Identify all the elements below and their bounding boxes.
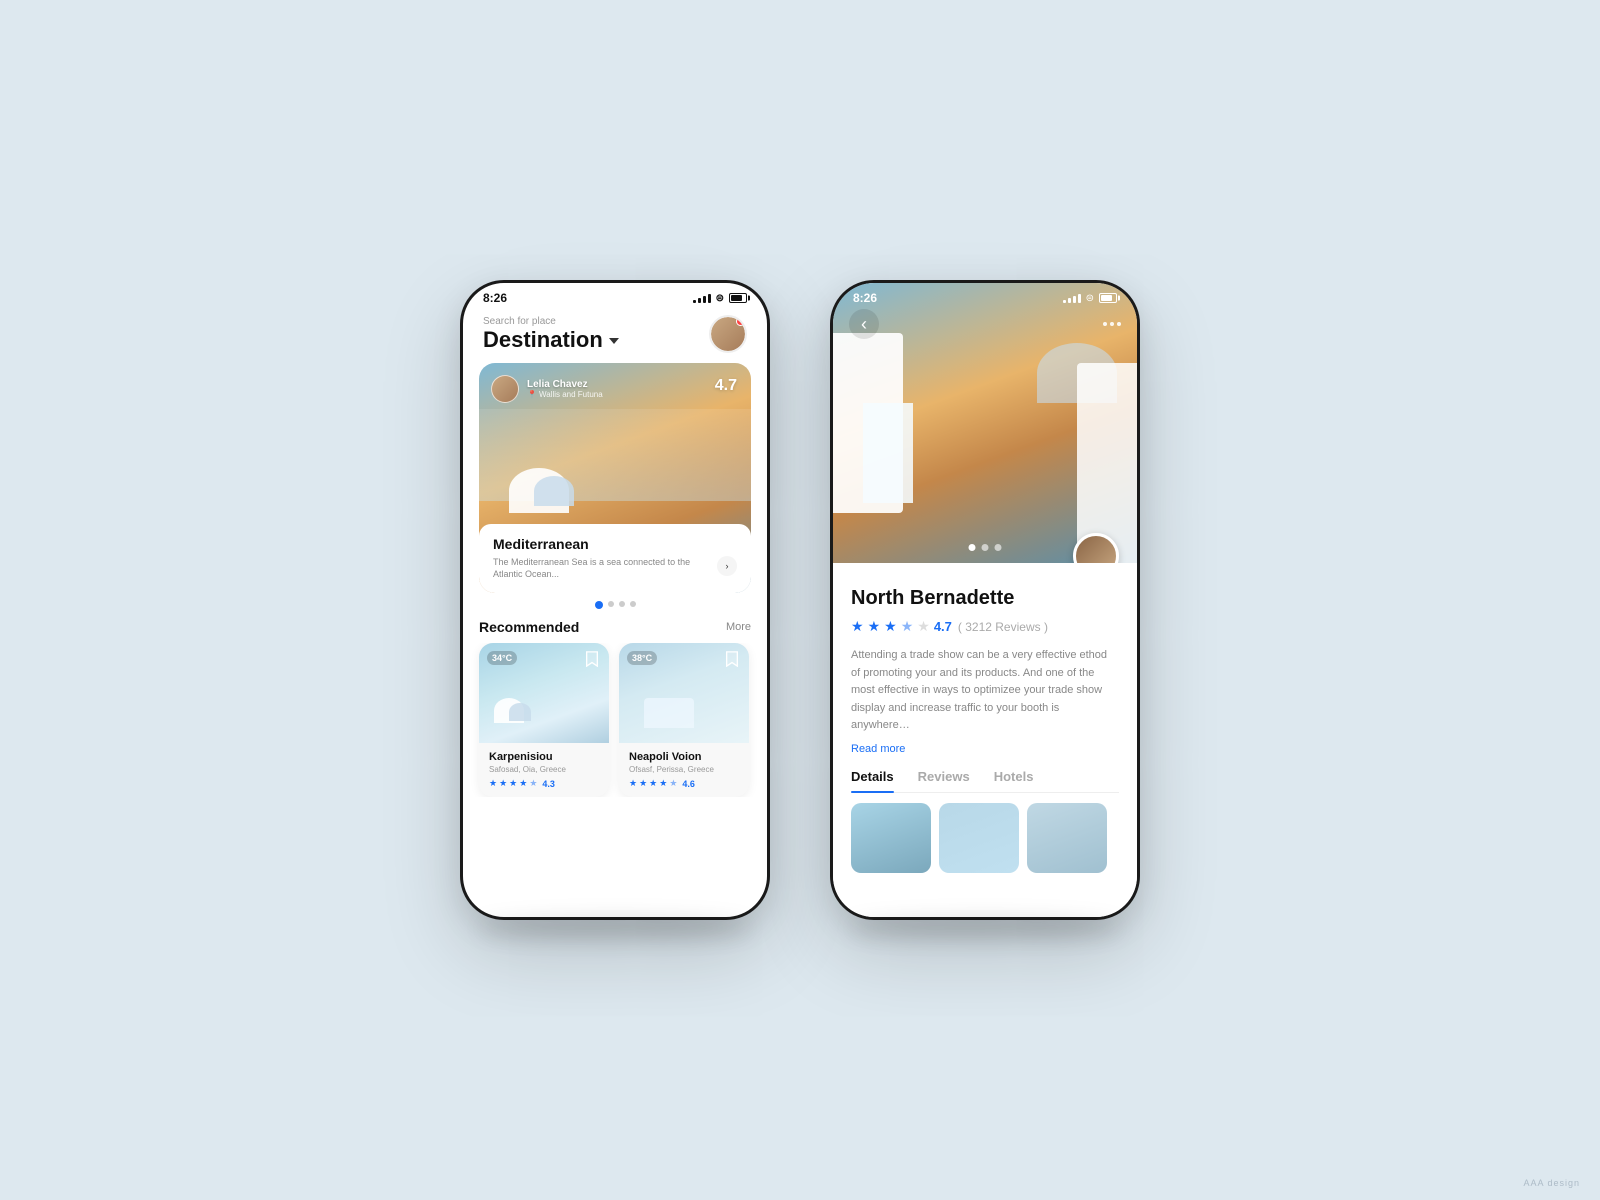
more-button[interactable] — [1103, 322, 1121, 326]
detail-rating: 4.7 — [934, 619, 952, 634]
tab-reviews[interactable]: Reviews — [918, 769, 970, 792]
user-avatar[interactable] — [709, 315, 747, 353]
tab-hotels[interactable]: Hotels — [994, 769, 1034, 792]
featured-place-name: Mediterranean — [493, 536, 737, 552]
hero-image: 8:26 ⊜ — [833, 283, 1137, 563]
card-arrow-icon[interactable]: › — [717, 556, 737, 576]
wifi-icon-1: ⊜ — [716, 293, 724, 304]
card-user-location: 📍 Wallis and Futuna — [527, 390, 603, 399]
featured-card[interactable]: Lelia Chavez 📍 Wallis and Futuna 4.7 Med… — [479, 363, 751, 593]
read-more-link[interactable]: Read more — [851, 743, 905, 755]
detail-tabs: Details Reviews Hotels — [851, 769, 1119, 793]
chevron-down-icon — [609, 338, 619, 344]
dot-4[interactable] — [630, 601, 636, 607]
watermark: AAA design — [1523, 1178, 1580, 1188]
destination-title[interactable]: Destination — [483, 327, 619, 353]
dot-2[interactable] — [608, 601, 614, 607]
bookmark-icon-2[interactable] — [725, 651, 741, 671]
rec-place-name-1: Karpenisiou — [489, 751, 599, 763]
thumbnail-3[interactable] — [1027, 803, 1107, 873]
phone-1: 8:26 ⊜ Search for plac — [460, 280, 770, 920]
rec-stars-1: ★ ★ ★ ★ ★ 4.3 — [489, 778, 599, 789]
detail-body: North Bernadette ★ ★ ★ ★ ★ 4.7 ( 3212 Re… — [833, 563, 1137, 917]
hero-dot-2[interactable] — [982, 544, 989, 551]
dot-3[interactable] — [619, 601, 625, 607]
more-link[interactable]: More — [726, 621, 751, 633]
phone-2: 8:26 ⊜ — [830, 280, 1140, 920]
recommended-header: Recommended More — [463, 615, 767, 643]
hero-dots — [969, 544, 1002, 551]
card-user-name: Lelia Chavez — [527, 379, 603, 390]
rec-card-2[interactable]: 38°C Neapoli Voion Ofsasf, Perissa, Gree… — [619, 643, 749, 797]
bookmark-icon-1[interactable] — [585, 651, 601, 671]
card-info-box: Mediterranean The Mediterranean Sea is a… — [479, 524, 751, 593]
rec-stars-2: ★ ★ ★ ★ ★ 4.6 — [629, 778, 739, 789]
rec-rating-2: 4.6 — [682, 779, 695, 789]
card-user-info: Lelia Chavez 📍 Wallis and Futuna — [491, 375, 603, 403]
hero-dot-3[interactable] — [995, 544, 1002, 551]
time-1: 8:26 — [483, 291, 507, 305]
detail-reviews: ( 3212 Reviews ) — [958, 620, 1048, 634]
tab-details[interactable]: Details — [851, 769, 894, 792]
status-icons-1: ⊜ — [693, 293, 747, 304]
card-rating: 4.7 — [715, 377, 737, 395]
thumbnail-2[interactable] — [939, 803, 1019, 873]
rec-place-name-2: Neapoli Voion — [629, 751, 739, 763]
rec-location-1: Safosad, Oia, Greece — [489, 765, 599, 774]
battery-icon-1 — [729, 293, 747, 303]
app-header-1: Search for place Destination — [463, 309, 767, 363]
dot-1[interactable] — [595, 601, 603, 609]
temp-badge-1: 34°C — [487, 651, 517, 665]
battery-icon-2 — [1099, 293, 1117, 303]
status-icons-2: ⊜ — [1063, 293, 1117, 304]
temp-badge-2: 38°C — [627, 651, 657, 665]
featured-dots — [463, 601, 767, 609]
search-label: Search for place — [483, 316, 619, 327]
wifi-icon-2: ⊜ — [1086, 293, 1094, 304]
rec-rating-1: 4.3 — [542, 779, 555, 789]
rec-location-2: Ofsasf, Perissa, Greece — [629, 765, 739, 774]
detail-stars-row: ★ ★ ★ ★ ★ 4.7 ( 3212 Reviews ) — [851, 618, 1119, 635]
featured-place-desc: The Mediterranean Sea is a sea connected… — [493, 556, 713, 581]
section-title: Recommended — [479, 619, 579, 635]
header-left: Search for place Destination — [483, 316, 619, 353]
thumbnail-1[interactable] — [851, 803, 931, 873]
rec-card-1[interactable]: 34°C Karpenisiou Safosad, Oia, Greece ★ — [479, 643, 609, 797]
signal-icon-1 — [693, 294, 711, 303]
detail-place-name: North Bernadette — [851, 587, 1119, 610]
hero-dot-1[interactable] — [969, 544, 976, 551]
card-avatar — [491, 375, 519, 403]
detail-thumbnails — [851, 803, 1119, 873]
signal-icon-2 — [1063, 294, 1081, 303]
detail-description: Attending a trade show can be a very eff… — [851, 647, 1119, 735]
recommended-row: 34°C Karpenisiou Safosad, Oia, Greece ★ — [463, 643, 767, 797]
back-button[interactable]: ‹ — [849, 309, 879, 339]
status-bar-1: 8:26 ⊜ — [463, 283, 767, 309]
time-2: 8:26 — [853, 291, 877, 305]
avatar-notification-dot — [736, 317, 745, 326]
